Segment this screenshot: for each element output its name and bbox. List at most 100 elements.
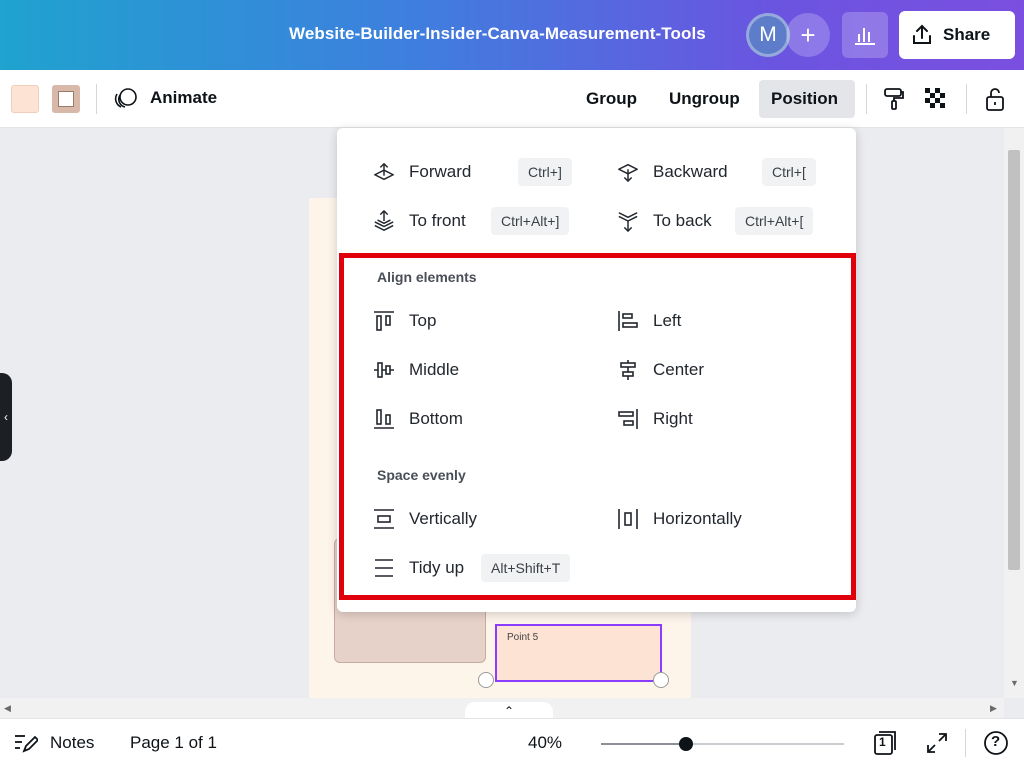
- align-bottom-item[interactable]: Bottom: [373, 402, 463, 436]
- space-vertical-icon: [373, 508, 395, 530]
- space-vertically-item[interactable]: Vertically: [373, 502, 477, 536]
- scroll-down-arrow-icon[interactable]: ▼: [1010, 678, 1019, 688]
- ungroup-button[interactable]: Ungroup: [657, 80, 752, 118]
- transparency-icon[interactable]: [923, 86, 949, 112]
- expand-icon: [927, 733, 947, 753]
- zoom-slider[interactable]: [601, 737, 844, 751]
- editor-toolbar: Animate Group Ungroup Position: [0, 70, 1024, 128]
- to-front-label: To front: [409, 211, 466, 230]
- document-title[interactable]: Website-Builder-Insider-Canva-Measuremen…: [289, 24, 706, 44]
- shortcut-badge: Ctrl+[: [762, 158, 816, 186]
- align-right-label: Right: [653, 409, 693, 428]
- animate-button[interactable]: Animate: [114, 86, 217, 110]
- group-button[interactable]: Group: [574, 80, 649, 118]
- space-horizontal-icon: [617, 508, 639, 530]
- align-center-item[interactable]: Center: [617, 353, 704, 387]
- notes-icon: [15, 735, 38, 753]
- align-middle-label: Middle: [409, 360, 460, 379]
- border-color-swatch[interactable]: [52, 85, 80, 113]
- shortcut-badge: Ctrl+Alt+]: [491, 207, 570, 235]
- tidy-up-item[interactable]: Tidy up: [373, 551, 464, 585]
- chevron-left-icon: ‹: [4, 410, 8, 424]
- share-label: Share: [943, 25, 991, 44]
- lock-icon[interactable]: [982, 86, 1008, 112]
- page-grid-button[interactable]: 1: [872, 729, 900, 757]
- toolbar-divider: [966, 84, 967, 114]
- notes-button[interactable]: Notes: [14, 732, 94, 754]
- space-horizontally-item[interactable]: Horizontally: [617, 502, 742, 536]
- avatar[interactable]: M: [746, 13, 790, 57]
- resize-handle[interactable]: [478, 672, 494, 688]
- shortcut-badge: Alt+Shift+T: [481, 554, 571, 582]
- selected-text-box[interactable]: Point 5: [495, 624, 662, 682]
- paint-roller-icon[interactable]: [881, 86, 907, 112]
- chevron-up-icon: ⌃: [503, 704, 515, 718]
- backward-icon: [617, 161, 639, 183]
- space-horizontally-label: Horizontally: [653, 509, 742, 528]
- align-middle-item[interactable]: Middle: [373, 353, 459, 387]
- scrollbar-thumb[interactable]: [1008, 150, 1020, 570]
- scroll-left-arrow-icon[interactable]: ◀: [4, 703, 11, 714]
- side-panel-toggle[interactable]: ‹: [0, 373, 12, 461]
- point-label: Point 5: [507, 632, 539, 643]
- align-right-icon: [617, 408, 639, 430]
- animate-icon: [114, 88, 137, 108]
- align-top-label: Top: [409, 311, 437, 330]
- share-button[interactable]: Share: [899, 11, 1015, 59]
- align-bottom-icon: [373, 408, 395, 430]
- add-collaborator-button[interactable]: +: [786, 13, 830, 57]
- to-back-icon: [617, 210, 639, 232]
- scroll-right-arrow-icon[interactable]: ▶: [990, 703, 997, 714]
- notes-label: Notes: [50, 733, 95, 752]
- shortcut-badge: Ctrl+]: [518, 158, 572, 186]
- fill-color-swatch[interactable]: [11, 85, 39, 113]
- bar-chart-icon: [855, 28, 875, 45]
- align-top-icon: [373, 310, 395, 332]
- top-bar: Website-Builder-Insider-Canva-Measuremen…: [0, 0, 1024, 70]
- help-symbol: ?: [991, 733, 1001, 750]
- tidy-up-label: Tidy up: [409, 558, 465, 577]
- insights-button[interactable]: [842, 12, 888, 58]
- position-menu: Forward Ctrl+] Backward Ctrl+[ To front …: [337, 128, 856, 612]
- align-top-item[interactable]: Top: [373, 304, 436, 338]
- bottom-bar: Notes Page 1 of 1 40% 1 ?: [0, 718, 1024, 765]
- align-center-icon: [617, 359, 639, 381]
- help-button[interactable]: ?: [982, 729, 1010, 757]
- align-elements-heading: Align elements: [377, 269, 477, 285]
- page-indicator[interactable]: Page 1 of 1: [130, 733, 217, 753]
- page-count: 1: [879, 735, 886, 749]
- forward-icon: [373, 161, 395, 183]
- shortcut-badge: Ctrl+Alt+[: [735, 207, 814, 235]
- forward-item[interactable]: Forward: [373, 155, 471, 189]
- backward-item[interactable]: Backward: [617, 155, 728, 189]
- to-back-item[interactable]: To back: [617, 204, 712, 238]
- toolbar-divider: [96, 84, 97, 114]
- toolbar-divider: [866, 84, 867, 114]
- zoom-slider-fill: [601, 743, 687, 745]
- backward-label: Backward: [653, 162, 728, 181]
- to-front-item[interactable]: To front: [373, 204, 466, 238]
- align-left-icon: [617, 310, 639, 332]
- tidy-up-icon: [373, 557, 395, 579]
- align-left-item[interactable]: Left: [617, 304, 681, 338]
- space-vertically-label: Vertically: [409, 509, 478, 528]
- position-button[interactable]: Position: [759, 80, 855, 118]
- align-center-label: Center: [653, 360, 705, 379]
- resize-handle[interactable]: [653, 672, 669, 688]
- to-back-label: To back: [653, 211, 712, 230]
- fullscreen-button[interactable]: [923, 729, 951, 757]
- footer-divider: [965, 729, 966, 757]
- animate-label: Animate: [150, 88, 218, 107]
- align-left-label: Left: [653, 311, 682, 330]
- align-right-item[interactable]: Right: [617, 402, 693, 436]
- align-middle-icon: [373, 359, 395, 381]
- vertical-scrollbar[interactable]: ▼: [1004, 128, 1024, 698]
- to-front-icon: [373, 210, 395, 232]
- zoom-slider-knob[interactable]: [679, 737, 694, 751]
- upload-icon: [913, 24, 931, 44]
- zoom-percentage[interactable]: 40%: [528, 733, 562, 753]
- align-bottom-label: Bottom: [409, 409, 463, 428]
- space-evenly-heading: Space evenly: [377, 467, 466, 483]
- pages-icon: [874, 731, 896, 755]
- forward-label: Forward: [409, 162, 472, 181]
